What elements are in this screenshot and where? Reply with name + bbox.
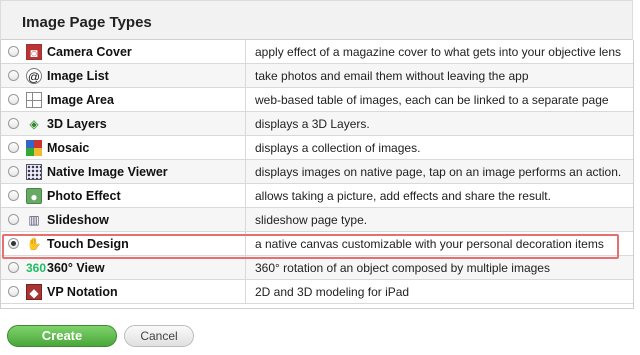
360-view-icon: 360 [26, 261, 47, 275]
radio-mosaic[interactable] [8, 142, 19, 153]
page-type-name: Native Image Viewer [47, 165, 168, 179]
page-type-row-native-image-viewer[interactable]: Native Image Viewer displays images on n… [1, 160, 633, 184]
page-type-description: 360° rotation of an object composed by m… [255, 261, 550, 275]
vp-notation-icon: ◆ [26, 284, 42, 300]
column-divider [245, 88, 246, 111]
column-divider [245, 136, 246, 159]
camera-cover-icon: ◙ [26, 44, 42, 60]
radio-image-list[interactable] [8, 70, 19, 81]
page-type-row-image-list[interactable]: @ Image List take photos and email them … [1, 64, 633, 88]
3d-layers-icon: ◈ [29, 117, 39, 131]
radio-image-area[interactable] [8, 94, 19, 105]
page-type-row-360-view[interactable]: 360 360° View 360° rotation of an object… [1, 256, 633, 280]
radio-photo-effect[interactable] [8, 190, 19, 201]
page-type-description: allows taking a picture, add effects and… [255, 189, 551, 203]
column-divider [245, 280, 246, 303]
radio-camera-cover[interactable] [8, 46, 19, 57]
page-type-row-vp-notation[interactable]: ◆ VP Notation 2D and 3D modeling for iPa… [1, 280, 633, 304]
page-type-row-photo-effect[interactable]: ● Photo Effect allows taking a picture, … [1, 184, 633, 208]
radio-3d-layers[interactable] [8, 118, 19, 129]
page-type-row-mosaic[interactable]: Mosaic displays a collection of images. [1, 136, 633, 160]
column-divider [245, 184, 246, 207]
page-type-description: web-based table of images, each can be l… [255, 93, 609, 107]
page-type-name: VP Notation [47, 285, 118, 299]
panel-title: Image Page Types [22, 14, 152, 31]
page-type-name: Image Area [47, 93, 114, 107]
radio-vp-notation[interactable] [8, 286, 19, 297]
page-type-name: 3D Layers [47, 117, 107, 131]
selection-highlight [2, 234, 619, 259]
page-type-row-3d-layers[interactable]: ◈ 3D Layers displays a 3D Layers. [1, 112, 633, 136]
native-image-viewer-icon [26, 164, 42, 180]
page-type-name: Slideshow [47, 213, 109, 227]
page-type-name: Image List [47, 69, 109, 83]
page-type-description: displays images on native page, tap on a… [255, 165, 622, 179]
column-divider [245, 160, 246, 183]
page-type-row-image-area[interactable]: Image Area web-based table of images, ea… [1, 88, 633, 112]
page-types-table: ◙ Camera Cover apply effect of a magazin… [0, 40, 634, 309]
column-divider [245, 64, 246, 87]
column-divider [245, 256, 246, 279]
column-divider [245, 112, 246, 135]
page-type-description: displays a 3D Layers. [255, 117, 370, 131]
page-type-description: 2D and 3D modeling for iPad [255, 285, 410, 299]
radio-native-image-viewer[interactable] [8, 166, 19, 177]
page-type-row-camera-cover[interactable]: ◙ Camera Cover apply effect of a magazin… [1, 40, 633, 64]
image-list-icon: @ [26, 68, 42, 84]
page-type-description: take photos and email them without leavi… [255, 69, 529, 83]
page-type-name: Camera Cover [47, 45, 132, 59]
page-type-description: apply effect of a magazine cover to what… [255, 45, 621, 59]
column-divider [245, 40, 246, 63]
cancel-button[interactable]: Cancel [124, 325, 194, 347]
radio-360-view[interactable] [8, 262, 19, 273]
page-type-description: slideshow page type. [255, 213, 368, 227]
page-type-description: displays a collection of images. [255, 141, 421, 155]
image-area-icon [26, 92, 42, 108]
mosaic-icon [26, 140, 42, 156]
radio-slideshow[interactable] [8, 214, 19, 225]
page-type-name: Photo Effect [47, 189, 121, 203]
page-type-name: Mosaic [47, 141, 90, 155]
page-type-name: 360° View [47, 261, 105, 275]
column-divider [245, 208, 246, 231]
panel-header: Image Page Types [0, 0, 633, 40]
slideshow-icon: ▥ [28, 213, 40, 227]
create-button[interactable]: Create [7, 325, 117, 347]
photo-effect-icon: ● [26, 188, 42, 204]
page-type-row-slideshow[interactable]: ▥ Slideshow slideshow page type. [1, 208, 633, 232]
image-page-types-panel: Image Page Types ◙ Camera Cover apply ef… [0, 0, 640, 355]
